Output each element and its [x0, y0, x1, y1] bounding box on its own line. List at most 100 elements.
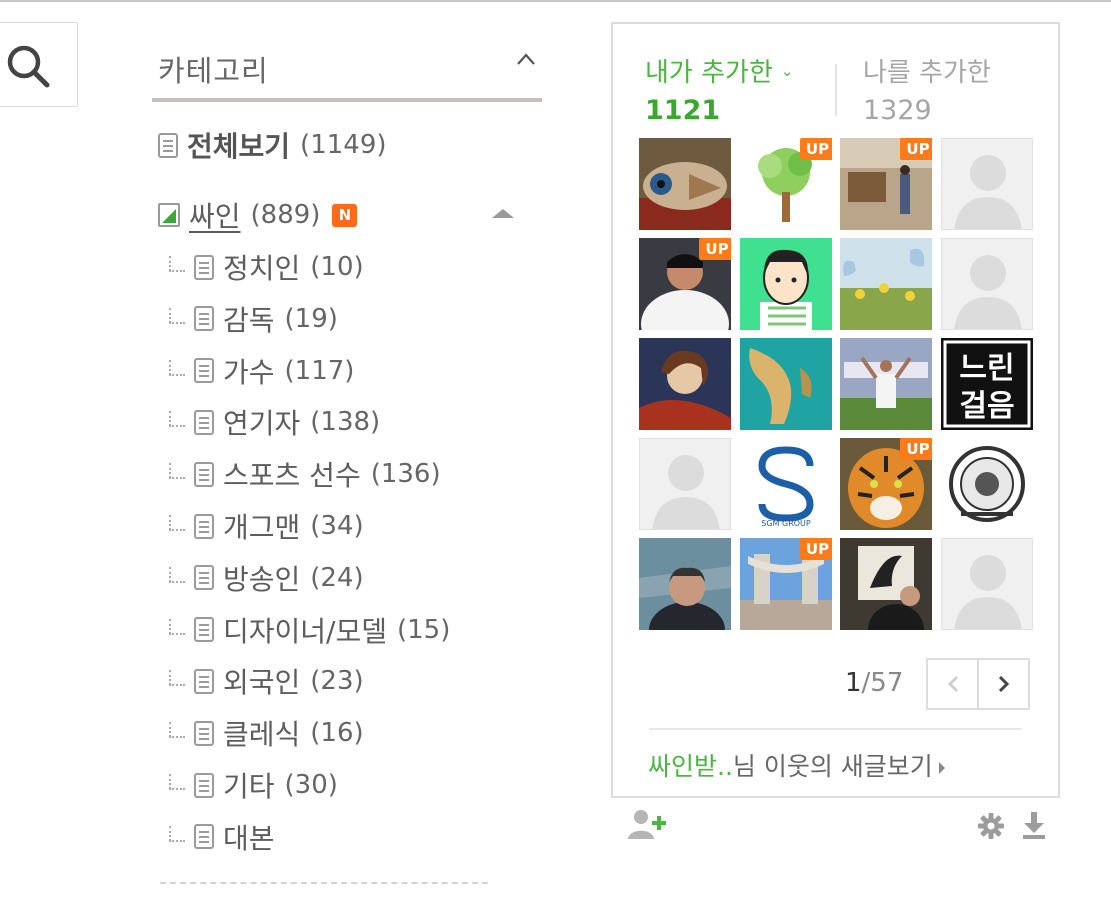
document-icon — [194, 358, 214, 384]
document-icon — [194, 409, 214, 435]
subcategory-count: (136) — [370, 459, 441, 490]
thumb-green-tree[interactable]: UP — [739, 138, 832, 230]
thumb-butterfly-flowers[interactable] — [840, 238, 932, 330]
tree-connector — [166, 618, 186, 641]
image-folder-icon — [158, 203, 180, 227]
search-button[interactable] — [0, 22, 78, 107]
subcategory-item[interactable]: 가수 (117) — [166, 353, 354, 389]
chevron-down-icon[interactable]: ⌄ — [781, 62, 794, 80]
subcategory-label: 개그맨 — [223, 511, 301, 544]
subcategory-label: 연기자 — [223, 407, 301, 441]
category-folder-count: (889) — [250, 200, 321, 230]
subcategory-count: (10) — [310, 252, 364, 282]
subcategory-item[interactable]: 개그맨 (34) — [166, 508, 364, 544]
subcategory-label: 외국인 — [223, 666, 301, 700]
tree-connector — [166, 825, 186, 848]
gear-icon[interactable] — [977, 812, 1005, 840]
svg-text:느린: 느린 — [959, 351, 1014, 386]
thumb-baseball-player[interactable]: UP — [639, 238, 731, 330]
subcategory-label: 가수 — [223, 355, 275, 389]
tab-added-by-me-count: 1121 — [645, 95, 721, 126]
subcategory-item[interactable]: 방송인 (24) — [166, 560, 364, 596]
neighbor-new-posts-link[interactable]: 싸인받..님 이웃의 새글보기 — [648, 747, 945, 783]
thumb-default-profile[interactable] — [940, 238, 1033, 330]
tree-connector — [166, 566, 186, 589]
category-all-label: 전체보기 — [187, 130, 291, 163]
neighbors-panel: 내가 추가한 ⌄ 1121 나를 추가한 1329 UP UP UP 느린 걸음 SGM G… — [611, 22, 1060, 798]
thumb-default-profile[interactable] — [940, 538, 1033, 630]
subcategory-count: (34) — [310, 511, 364, 541]
document-icon — [194, 617, 214, 643]
subcategory-count: (138) — [310, 407, 381, 438]
tree-connector — [166, 411, 186, 433]
arrow-right-icon — [938, 762, 945, 774]
document-icon — [194, 565, 214, 591]
thumb-stadium-gate[interactable]: UP — [739, 538, 832, 630]
pager-buttons — [926, 658, 1030, 710]
subcategory-label: 스포츠 선수 — [223, 459, 361, 493]
document-icon — [194, 824, 214, 850]
up-badge: UP — [900, 138, 932, 160]
thumb-lion-emblem[interactable] — [940, 438, 1033, 530]
category-title: 카테고리 — [158, 54, 269, 88]
subcategory-item[interactable]: 대본 — [166, 819, 275, 855]
subcategory-item[interactable]: 디자이너/모델 (15) — [166, 612, 450, 648]
thumb-room-person[interactable]: UP — [840, 138, 932, 230]
blog-name: 싸인받.. — [648, 752, 733, 781]
thumb-default-profile[interactable] — [639, 438, 731, 530]
up-badge: UP — [900, 438, 932, 460]
tab-separator — [835, 64, 837, 116]
collapse-caret-icon[interactable] — [492, 209, 514, 218]
search-icon — [7, 45, 50, 88]
thumb-painting-woman[interactable] — [639, 338, 731, 430]
chevron-left-icon — [947, 675, 958, 693]
tab-added-by-me[interactable]: 내가 추가한 ⌄ 1121 — [645, 52, 793, 126]
chevron-up-icon[interactable] — [516, 52, 536, 66]
thumb-tiger[interactable]: UP — [840, 438, 932, 530]
up-badge: UP — [699, 238, 731, 260]
category-header[interactable]: 카테고리 — [152, 40, 542, 102]
tab-added-me-count: 1329 — [863, 95, 932, 126]
subcategory-count: (117) — [284, 355, 355, 386]
category-all[interactable]: 전체보기 (1149) — [158, 127, 387, 163]
document-icon — [194, 306, 214, 332]
thumb-relief-map[interactable] — [739, 338, 832, 430]
category-folder-sign[interactable]: 싸인 (889) N — [158, 197, 514, 233]
thumb-artist-painting[interactable] — [840, 538, 932, 630]
thumb-painted-boat[interactable] — [639, 138, 731, 230]
page-current: 1 — [845, 668, 862, 698]
dashed-divider — [160, 882, 488, 884]
tab-added-me[interactable]: 나를 추가한 1329 — [863, 52, 991, 126]
tree-connector — [166, 463, 186, 485]
tree-connector — [166, 774, 186, 796]
download-icon[interactable] — [1021, 810, 1047, 840]
prev-page-button[interactable] — [928, 660, 977, 708]
subcategory-item[interactable]: 외국인 (23) — [166, 663, 364, 699]
subcategory-item[interactable]: 스포츠 선수 (136) — [166, 456, 441, 492]
document-icon — [194, 254, 214, 280]
new-badge: N — [332, 203, 358, 227]
panel-divider — [649, 728, 1022, 730]
thumb-sgm-group-logo[interactable]: SGM GROUP — [739, 438, 832, 530]
thumb-slow-walk-logo[interactable]: 느린 걸음 — [940, 338, 1033, 430]
thumb-man-portrait[interactable] — [639, 538, 731, 630]
document-icon — [194, 513, 214, 539]
tree-connector — [166, 722, 186, 744]
page-indicator: 1/57 — [845, 668, 903, 698]
subcategory-item[interactable]: 정치인 (10) — [166, 249, 364, 285]
document-icon — [158, 132, 178, 158]
thumb-marathon-runner[interactable] — [840, 338, 932, 430]
subcategory-label: 정치인 — [223, 252, 301, 285]
subcategory-item[interactable]: 감독 (19) — [166, 301, 338, 337]
subcategory-count: (30) — [284, 770, 338, 800]
category-panel: 카테고리 전체보기 (1149) 싸인 (889) N 정치인 (10) 감독 (19… — [152, 40, 542, 884]
thumb-default-profile[interactable] — [940, 138, 1033, 230]
tab-added-me-label: 나를 추가한 — [863, 58, 991, 88]
add-neighbor-icon[interactable] — [627, 808, 669, 842]
subcategory-item[interactable]: 기타 (30) — [166, 767, 338, 803]
next-page-button[interactable] — [977, 660, 1028, 708]
thumb-cartoon-boy[interactable] — [739, 238, 832, 330]
subcategory-item[interactable]: 연기자 (138) — [166, 404, 380, 440]
tree-connector — [166, 359, 186, 382]
subcategory-item[interactable]: 클레식 (16) — [166, 715, 364, 751]
